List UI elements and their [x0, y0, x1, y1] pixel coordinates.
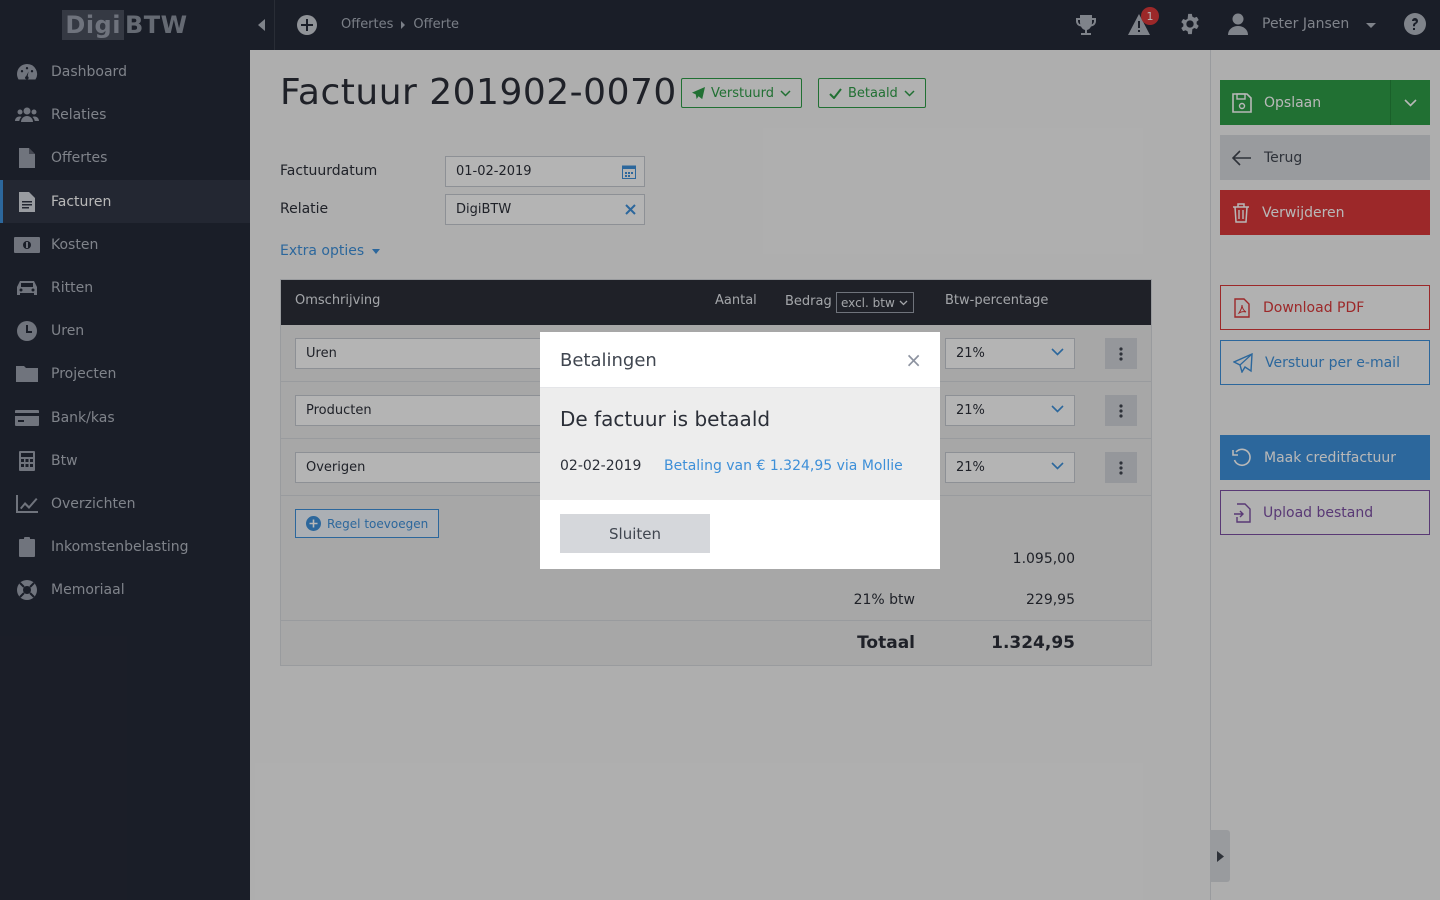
- payment-link[interactable]: Betaling van € 1.324,95 via Mollie: [664, 458, 903, 474]
- payment-date: 02-02-2019: [560, 458, 642, 474]
- payments-modal: Betalingen × De factuur is betaald 02-02…: [540, 332, 940, 569]
- modal-header: Betalingen ×: [540, 332, 940, 388]
- close-modal-button[interactable]: Sluiten: [560, 514, 710, 553]
- modal-body: De factuur is betaald 02-02-2019 Betalin…: [540, 388, 940, 500]
- modal-title: Betalingen: [560, 350, 657, 371]
- paid-message: De factuur is betaald: [560, 407, 771, 431]
- close-icon[interactable]: ×: [905, 348, 922, 372]
